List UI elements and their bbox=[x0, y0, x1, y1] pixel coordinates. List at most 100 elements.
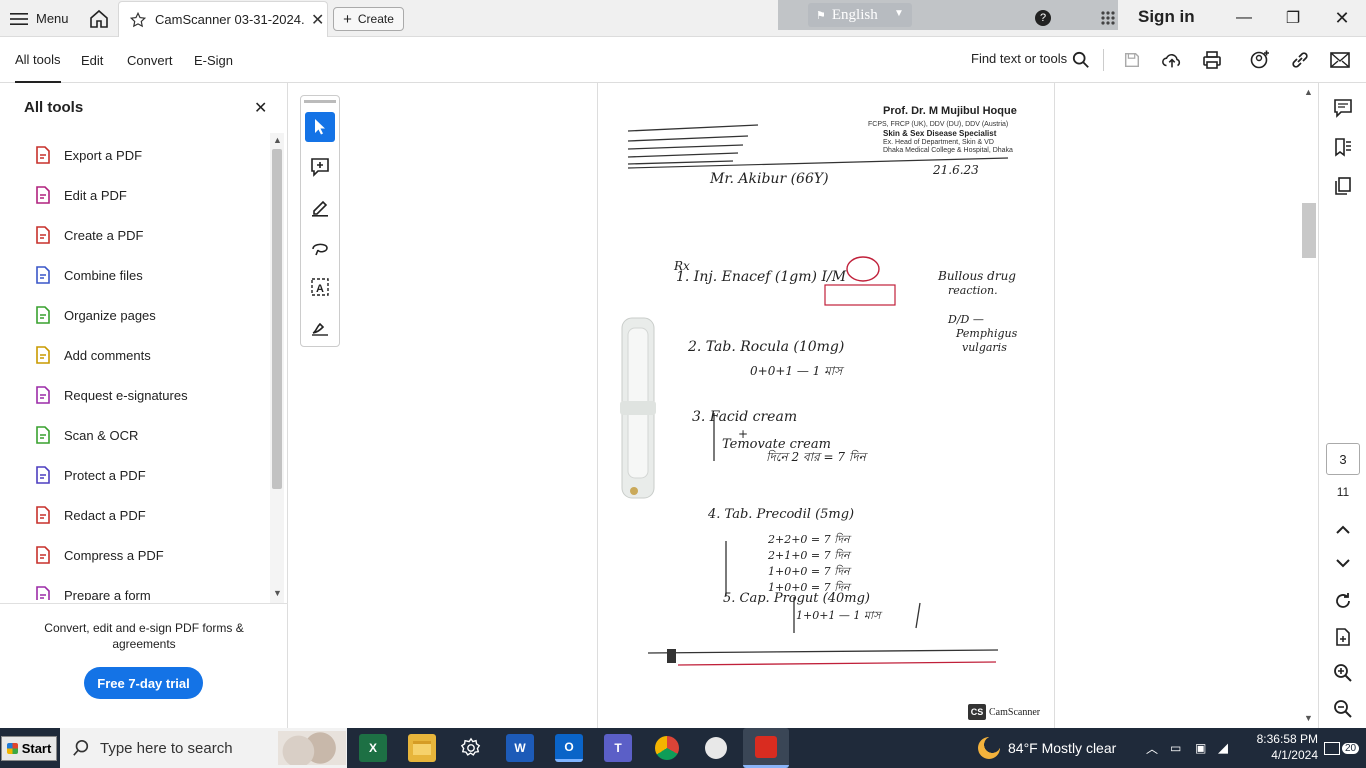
document-tab[interactable]: CamScanner 03-31-2024... ✕ bbox=[118, 1, 328, 37]
total-pages: 11 bbox=[1336, 485, 1350, 499]
close-window-icon[interactable]: ✕ bbox=[1327, 4, 1357, 32]
add-comments-icon bbox=[34, 346, 52, 364]
tab-edit[interactable]: Edit bbox=[81, 37, 103, 83]
notification-count: 20 bbox=[1342, 742, 1360, 754]
tool-item[interactable]: Edit a PDF bbox=[0, 175, 270, 215]
tool-item[interactable]: Export a PDF bbox=[0, 135, 270, 175]
tool-item[interactable]: Scan & OCR bbox=[0, 415, 270, 455]
help-icon[interactable]: ? bbox=[1035, 10, 1051, 26]
tool-label: Create a PDF bbox=[64, 227, 144, 243]
scan-ocr-icon bbox=[34, 426, 52, 444]
word-icon[interactable]: W bbox=[506, 734, 534, 762]
weather-widget[interactable]: 84°F Mostly clear bbox=[978, 728, 1116, 768]
panel-scroll-thumb[interactable] bbox=[272, 149, 282, 489]
tool-item[interactable]: Create a PDF bbox=[0, 215, 270, 255]
rx-line-1: 1. Inj. Enacef (1gm) I/M bbox=[676, 269, 847, 285]
diagnosis-note-1: Bullous drug bbox=[938, 269, 1016, 283]
close-panel-icon[interactable]: ✕ bbox=[254, 98, 267, 118]
zoom-in-icon[interactable] bbox=[1331, 661, 1355, 685]
acrobat-icon[interactable] bbox=[743, 728, 789, 768]
panel-title: All tools bbox=[24, 99, 84, 116]
tool-label: Scan & OCR bbox=[64, 427, 139, 443]
comments-icon[interactable] bbox=[1331, 96, 1355, 120]
tool-item[interactable]: Combine files bbox=[0, 255, 270, 295]
tool-label: Export a PDF bbox=[64, 147, 143, 163]
tool-label: Organize pages bbox=[64, 307, 156, 323]
quick-tools-handle[interactable] bbox=[304, 100, 336, 103]
print-icon[interactable] bbox=[1199, 47, 1225, 73]
sign-in-link[interactable]: Sign in bbox=[1138, 7, 1195, 27]
svg-text:A: A bbox=[316, 283, 324, 295]
apps-grid-icon[interactable] bbox=[1100, 10, 1116, 26]
hamburger-icon bbox=[10, 12, 28, 25]
close-tab-icon[interactable]: ✕ bbox=[311, 10, 324, 30]
wifi-icon[interactable]: ◢ bbox=[1218, 728, 1228, 768]
start-label: Start bbox=[21, 741, 52, 756]
language-dropdown-icon[interactable]: ▼ bbox=[894, 8, 904, 19]
tool-item[interactable]: Redact a PDF bbox=[0, 495, 270, 535]
document-scroll-thumb[interactable] bbox=[1302, 203, 1316, 258]
tab-all-tools[interactable]: All tools bbox=[15, 37, 61, 83]
file-explorer-icon[interactable] bbox=[408, 734, 436, 762]
save-icon[interactable] bbox=[1119, 47, 1145, 73]
link-icon[interactable] bbox=[1287, 47, 1313, 73]
tool-item[interactable]: Compress a PDF bbox=[0, 535, 270, 575]
sign-pen-icon[interactable] bbox=[305, 312, 335, 342]
tool-item[interactable]: Prepare a form bbox=[0, 575, 270, 600]
extract-page-icon[interactable] bbox=[1331, 625, 1355, 649]
tool-item[interactable]: Organize pages bbox=[0, 295, 270, 335]
tool-item[interactable]: Add comments bbox=[0, 335, 270, 375]
scroll-down-icon[interactable]: ▼ bbox=[273, 588, 282, 598]
panel-scrollbar[interactable]: ▲ ▼ bbox=[270, 133, 284, 603]
star-icon[interactable] bbox=[129, 11, 147, 29]
current-page-input[interactable]: 3 bbox=[1326, 443, 1360, 475]
system-clock[interactable]: 8:36:58 PM 4/1/2024 bbox=[1238, 731, 1318, 763]
add-comment-icon[interactable] bbox=[305, 152, 335, 182]
tab-convert[interactable]: Convert bbox=[127, 37, 173, 83]
device-icon[interactable]: ▭ bbox=[1170, 728, 1181, 768]
bookmarks-icon[interactable] bbox=[1331, 135, 1355, 159]
outlook-icon[interactable]: O bbox=[555, 734, 583, 762]
home-button[interactable] bbox=[87, 7, 111, 31]
tool-item[interactable]: Protect a PDF bbox=[0, 455, 270, 495]
zoom-out-icon[interactable] bbox=[1331, 697, 1355, 721]
taskbar-search[interactable]: Type here to search bbox=[60, 728, 347, 768]
maximize-icon[interactable]: ❐ bbox=[1278, 4, 1308, 32]
doc-scroll-up-icon[interactable]: ▲ bbox=[1304, 87, 1313, 97]
teams-icon[interactable]: T bbox=[604, 734, 632, 762]
show-hidden-icons-icon[interactable]: ︿ bbox=[1146, 728, 1158, 768]
share-user-icon[interactable] bbox=[1247, 47, 1273, 73]
notifications-button[interactable]: 20 bbox=[1324, 728, 1360, 768]
scroll-up-icon[interactable]: ▲ bbox=[273, 135, 282, 145]
upload-cloud-icon[interactable] bbox=[1159, 47, 1185, 73]
previous-page-icon[interactable] bbox=[1331, 518, 1355, 542]
search-icon[interactable] bbox=[1068, 47, 1094, 73]
menu-button[interactable]: Menu bbox=[10, 0, 69, 37]
rotate-icon[interactable] bbox=[1331, 589, 1355, 613]
text-recognition-icon[interactable]: A bbox=[305, 272, 335, 302]
select-cursor-icon[interactable] bbox=[305, 112, 335, 142]
pages-icon[interactable] bbox=[1331, 174, 1355, 198]
document-scrollbar[interactable]: ▲ ▼ bbox=[1300, 83, 1318, 728]
doc-scroll-down-icon[interactable]: ▼ bbox=[1304, 713, 1313, 723]
email-icon[interactable] bbox=[1327, 47, 1353, 73]
tool-item[interactable]: Request e-signatures bbox=[0, 375, 270, 415]
next-page-icon[interactable] bbox=[1331, 551, 1355, 575]
create-button[interactable]: + Create bbox=[333, 7, 404, 31]
free-trial-button[interactable]: Free 7-day trial bbox=[84, 667, 203, 699]
tool-label: Combine files bbox=[64, 267, 143, 283]
excel-icon[interactable]: X bbox=[359, 734, 387, 762]
rx-line-4: 3. Facid cream bbox=[692, 409, 798, 425]
right-rail: 3 11 bbox=[1318, 83, 1366, 728]
highlight-pen-icon[interactable] bbox=[305, 192, 335, 222]
find-text-or-tools[interactable]: Find text or tools bbox=[971, 51, 1067, 66]
settings-gear-icon[interactable] bbox=[457, 734, 485, 762]
network-icon[interactable]: ▣ bbox=[1195, 728, 1206, 768]
freehand-draw-icon[interactable] bbox=[305, 232, 335, 262]
media-app-icon[interactable] bbox=[702, 734, 730, 762]
pdf-page[interactable]: Prof. Dr. M Mujibul Hoque FCPS, FRCP (UK… bbox=[597, 83, 1055, 728]
chrome-icon[interactable] bbox=[653, 734, 681, 762]
tab-esign[interactable]: E-Sign bbox=[194, 37, 233, 83]
start-button[interactable]: Start bbox=[1, 736, 57, 761]
minimize-icon[interactable]: — bbox=[1229, 4, 1259, 32]
